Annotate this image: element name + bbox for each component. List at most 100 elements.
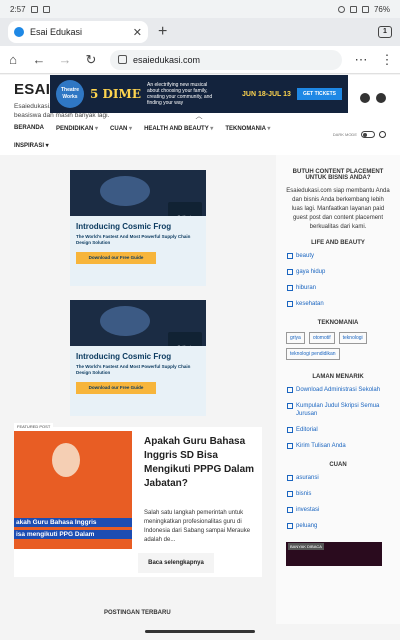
ad-title: Introducing Cosmic Frog [76, 352, 172, 361]
post-thumbnail[interactable]: akah Guru Bahasa Inggris isa mengikuti P… [14, 431, 132, 549]
tab-switcher-button[interactable]: 1 [378, 26, 392, 38]
list-item[interactable]: Kirim Tulisan Anda [286, 442, 390, 450]
browser-tab[interactable]: Esai Edukasi ✕ [8, 21, 148, 43]
dark-mode-label: DARK MODE [332, 132, 357, 137]
main-nav: BERANDA PENDIDIKAN CUAN HEALTH AND BEAUT… [14, 125, 270, 132]
dnd-icon [337, 5, 345, 13]
status-bar: 2:57 76% [0, 0, 400, 18]
list-item[interactable]: Kumpulan Judul Skripsi Semua Jurusan [286, 402, 390, 418]
list-item[interactable]: kesehatan [286, 300, 390, 308]
latest-posts-heading: POSTINGAN TERBARU [104, 610, 171, 616]
brand-badge: Optilogic [168, 202, 202, 216]
life-beauty-title: LIFE AND BEAUTY [311, 240, 365, 246]
teknomania-title: TEKNOMANIA [317, 320, 359, 326]
thumb-caption: akah Guru Bahasa Inggris [14, 518, 132, 527]
nav-health-beauty[interactable]: HEALTH AND BEAUTY [144, 125, 213, 132]
nav-beranda[interactable]: BERANDA [14, 125, 44, 132]
list-item[interactable]: beauty [286, 252, 390, 260]
list-item[interactable]: asuransi [286, 474, 390, 482]
show-title: 5 DIME [90, 87, 141, 101]
ad-subtitle: The World's Fastest And Most Powerful Su… [76, 364, 191, 375]
battery-icon [361, 5, 369, 13]
theatre-logo: Theatre Works [56, 80, 84, 108]
gesture-bar [0, 624, 400, 640]
ad-cta-button[interactable]: Download our Free Guide [76, 252, 156, 264]
share-icon[interactable]: ⋯ [354, 52, 368, 68]
social-links [360, 93, 386, 103]
cuan-title: CUAN [329, 462, 347, 468]
notification-icon [30, 5, 38, 13]
ad-image: Optilogic [70, 170, 206, 216]
thumb-caption-2: isa mengikuti PPG Dalam [14, 530, 132, 539]
wifi-icon [349, 5, 357, 13]
tag-link[interactable]: teknologi [338, 332, 367, 344]
back-icon[interactable]: ← [32, 52, 46, 67]
tag-link[interactable]: griya [286, 332, 305, 344]
list-item[interactable]: Editorial [286, 426, 390, 434]
ad-card[interactable]: Optilogic Introducing Cosmic Frog The Wo… [70, 300, 206, 416]
teknomania-tags: griya otomotif teknologi teknologi pendi… [286, 332, 390, 360]
life-beauty-list: beauty gaya hidup hiburan kesehatan [286, 252, 390, 308]
popular-posts[interactable]: BANYAK DIBACA [286, 542, 382, 566]
close-tab-icon[interactable]: ✕ [133, 26, 142, 39]
banner-description: An electrifying new musical about choosi… [146, 82, 213, 106]
home-indicator[interactable] [145, 630, 255, 633]
list-item[interactable]: Download Administrasi Sekolah [286, 386, 390, 394]
address-bar[interactable]: esaiedukasi.com [110, 49, 342, 70]
ad-cta-button[interactable]: Download our Free Guide [76, 382, 156, 394]
clock: 2:57 [10, 4, 26, 14]
popular-label: BANYAK DIBACA [288, 543, 324, 550]
nav-pendidikan[interactable]: PENDIDIKAN [56, 125, 98, 132]
promo-text: Esaiedukasi.com siap membantu Anda dan b… [286, 188, 390, 230]
ad-card[interactable]: Optilogic Introducing Cosmic Frog The Wo… [70, 170, 206, 286]
ad-subtitle: The World's Fastest And Most Powerful Su… [76, 234, 191, 245]
nav-teknomania[interactable]: TEKNOMANIA [225, 125, 270, 132]
youtube-icon[interactable] [376, 93, 386, 103]
list-item[interactable]: investasi [286, 506, 390, 514]
featured-tag: FEATURED POST [14, 423, 54, 430]
list-item[interactable]: peluang [286, 522, 390, 530]
list-item[interactable]: bisnis [286, 490, 390, 498]
tab-title: Esai Edukasi [30, 27, 83, 37]
laman-menarik-title: LAMAN MENARIK [312, 374, 364, 380]
new-tab-icon[interactable]: + [158, 23, 167, 41]
browser-toolbar: ⌂ ← → ↻ esaiedukasi.com ⋯ ⋮ [0, 46, 400, 74]
sidebar: BUTUH CONTENT PLACEMENT UNTUK BISNIS AND… [276, 155, 400, 640]
banner-ad[interactable]: Theatre Works 5 DIME An electrifying new… [50, 75, 348, 113]
nav-inspirasi[interactable]: INSPIRASI ▾ [14, 142, 49, 149]
tab-strip: Esai Edukasi ✕ + 1 [0, 18, 400, 46]
ad-image: Optilogic [70, 300, 206, 346]
collapse-banner-icon[interactable]: ︿ [188, 113, 210, 122]
toggle-icon[interactable] [361, 131, 375, 138]
get-tickets-button[interactable]: GET TICKETS [296, 88, 342, 100]
brand-badge: Optilogic [168, 332, 202, 346]
battery-level: 76% [373, 4, 390, 14]
url-text: esaiedukasi.com [133, 54, 201, 65]
reload-icon[interactable]: ↻ [84, 52, 98, 68]
read-more-button[interactable]: Baca selengkapnya [138, 553, 214, 573]
dark-mode-switch[interactable]: DARK MODE [333, 131, 386, 138]
cuan-list: asuransi bisnis investasi peluang [286, 474, 390, 530]
web-page: ESAI ED Esaiedukasi.com ca... berbagai h… [0, 75, 400, 640]
promo-title: BUTUH CONTENT PLACEMENT UNTUK BISNIS AND… [292, 169, 384, 181]
post-title[interactable]: Apakah Guru Bahasa Inggris SD Bisa Mengi… [144, 435, 260, 491]
tag-link[interactable]: otomotif [308, 332, 335, 344]
forward-icon[interactable]: → [58, 52, 72, 67]
ad-title: Introducing Cosmic Frog [76, 222, 172, 231]
laman-menarik-list: Download Administrasi Sekolah Kumpulan J… [286, 386, 390, 450]
nav-inspirasi-label: INSPIRASI [14, 143, 45, 149]
list-item[interactable]: hiburan [286, 284, 390, 292]
notification-icon-2 [42, 5, 50, 13]
list-item[interactable]: gaya hidup [286, 268, 390, 276]
menu-icon[interactable]: ⋮ [380, 52, 394, 68]
favicon-icon [14, 27, 24, 37]
search-icon[interactable] [379, 131, 386, 138]
nav-cuan[interactable]: CUAN [110, 125, 132, 132]
site-info-icon[interactable] [118, 55, 127, 64]
facebook-icon[interactable] [360, 93, 370, 103]
tag-link[interactable]: teknologi pendidikan [286, 348, 340, 360]
post-excerpt: Salah satu langkah pemerintah untuk meni… [144, 510, 251, 543]
banner-dates: JUN 18-JUL 13 [242, 90, 291, 98]
person-image [52, 443, 80, 477]
home-icon[interactable]: ⌂ [6, 52, 20, 67]
